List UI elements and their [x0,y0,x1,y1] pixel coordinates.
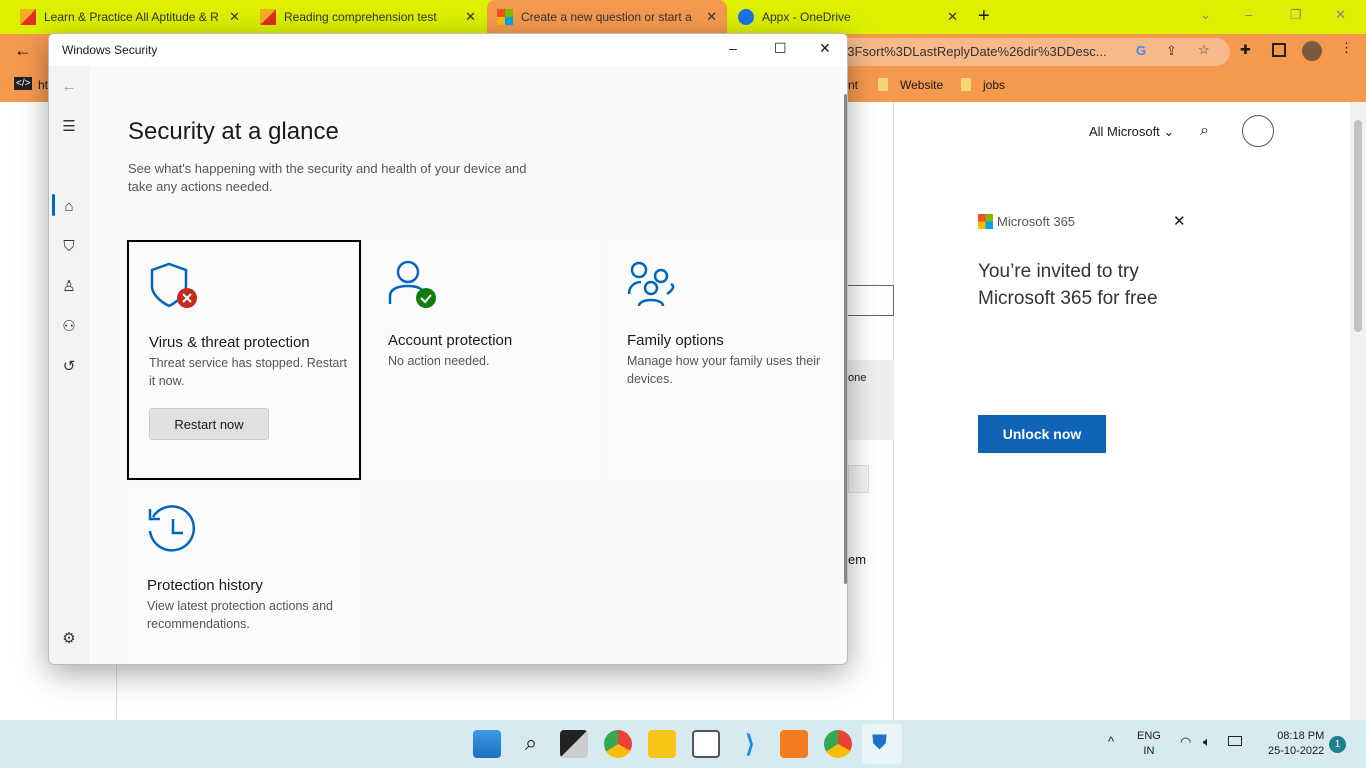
search-icon[interactable]: ⌕ [517,730,545,758]
minimize-button[interactable]: – [1245,7,1252,22]
bookmark[interactable]: ht [38,78,48,92]
chrome-profile-icon[interactable] [824,730,852,758]
back-icon[interactable]: ← [14,40,32,61]
close-tab-icon[interactable]: ✕ [947,9,958,25]
star-icon[interactable]: ☆ [1198,42,1210,58]
close-tab-icon[interactable]: ✕ [229,9,240,25]
history-icon [148,505,196,552]
maximize-button[interactable]: ☐ [774,40,787,57]
all-microsoft-menu[interactable]: All Microsoft ⌄ [1089,124,1174,140]
input-fragment[interactable] [848,285,894,316]
image-icon[interactable] [848,465,869,493]
windows-security-window: Windows Security – ☐ ✕ ← ☰ ⌂ ⛉ ♙ ⚇ ↺ ⚙ S… [48,33,848,665]
restart-now-button[interactable]: Restart now [149,408,269,440]
restore-button[interactable]: ❐ [1290,7,1302,23]
text-fragment: em [848,552,867,567]
folder-icon [961,78,971,91]
search-icon[interactable]: ⌕ [1200,122,1209,140]
vscode-icon[interactable]: ⟩ [736,730,764,758]
shield-error-icon [150,262,197,308]
tab-onedrive[interactable]: Appx - OneDrive ✕ [728,0,968,34]
text-fragment: one [848,360,894,440]
page-scrollbar[interactable] [1350,102,1366,720]
window-titlebar: Windows Security [49,34,847,66]
monitor-icon[interactable] [692,730,720,758]
card-virus-threat[interactable]: Virus & threat protection Threat service… [127,240,361,480]
home-icon[interactable]: ⌂ [59,196,79,216]
close-button[interactable]: ✕ [819,40,831,57]
sidepanel-icon[interactable] [1272,43,1286,57]
windows-security-taskbar-icon[interactable]: ⛊ [862,724,902,764]
bookmark[interactable]: nt [848,78,858,92]
family-icon[interactable]: ⚇ [59,316,79,336]
google-icon[interactable]: G [1136,43,1146,58]
history-icon[interactable]: ↺ [59,356,79,376]
pdf-app-icon[interactable] [780,730,808,758]
account-icon[interactable] [1242,115,1274,147]
mute-icon[interactable]: 🔈︎ [1203,734,1211,750]
minimize-button[interactable]: – [729,40,737,56]
wifi-icon[interactable]: ◠ [1180,734,1191,750]
nav-rail: ← ☰ ⌂ ⛉ ♙ ⚇ ↺ ⚙ [49,66,89,664]
share-icon[interactable]: ⇪ [1166,43,1177,59]
site-icon [20,9,36,25]
card-account-protection[interactable]: Account protection No action needed. [368,240,602,480]
extensions-icon[interactable]: ✚ [1240,42,1251,58]
battery-icon[interactable] [1228,736,1242,746]
site-icon [260,9,276,25]
close-button[interactable]: ✕ [1335,7,1346,23]
code-icon: </> [14,77,33,90]
taskbar: ⌕ ⟩ ⛊ ^ ENG IN ◠ 🔈︎ 08:18 PM 25-10-2022 1 [0,720,1366,768]
close-tab-icon[interactable]: ✕ [706,9,717,25]
task-view-icon[interactable] [560,730,588,758]
folder-icon [878,78,888,91]
microsoft-logo-icon [978,214,993,229]
unlock-now-button[interactable]: Unlock now [978,415,1106,453]
promo-brand: Microsoft 365 [997,214,1076,229]
card-protection-history[interactable]: Protection history View latest protectio… [127,485,361,664]
new-tab-button[interactable]: + [978,5,990,28]
tab-reading[interactable]: Reading comprehension test ✕ [250,0,486,34]
microsoft-icon [497,9,513,25]
chevron-up-icon[interactable]: ^ [1108,734,1114,749]
avatar[interactable] [1302,41,1322,61]
file-explorer-icon[interactable] [648,730,676,758]
language-indicator[interactable]: ENG IN [1137,730,1161,757]
bookmark-jobs[interactable]: jobs [983,78,1005,92]
page-title: Security at a glance [128,118,339,145]
back-icon[interactable]: ← [59,76,79,96]
page-subtitle: See what's happening with the security a… [128,161,527,194]
close-tab-icon[interactable]: ✕ [465,9,476,25]
settings-icon[interactable]: ⚙ [59,628,79,648]
clock[interactable]: 08:18 PM 25-10-2022 [1268,730,1324,757]
family-icon [627,261,675,307]
tab-search-icon[interactable]: ⌄ [1200,7,1211,23]
tab-aptitude[interactable]: Learn & Practice All Aptitude & R ✕ [10,0,250,34]
hamburger-icon[interactable]: ☰ [59,116,79,136]
menu-icon[interactable]: ⋮ [1340,40,1353,56]
promo-text: You’re invited to try Microsoft 365 for … [978,261,1158,309]
shield-icon[interactable]: ⛉ [59,236,79,256]
notification-badge[interactable]: 1 [1329,736,1346,753]
tab-bar: Learn & Practice All Aptitude & R ✕ Readi… [0,0,1366,34]
bookmark-website[interactable]: Website [900,78,943,92]
window-scrollbar[interactable] [844,94,847,584]
onedrive-icon [738,9,754,25]
chrome-icon[interactable] [604,730,632,758]
close-promo-icon[interactable]: ✕ [1173,212,1186,230]
account-icon[interactable]: ♙ [59,276,79,296]
card-family-options[interactable]: Family options Manage how your family us… [607,240,841,480]
account-ok-icon [388,260,436,308]
tab-create-question[interactable]: Create a new question or start a ✕ [487,0,727,34]
start-icon[interactable] [473,730,501,758]
